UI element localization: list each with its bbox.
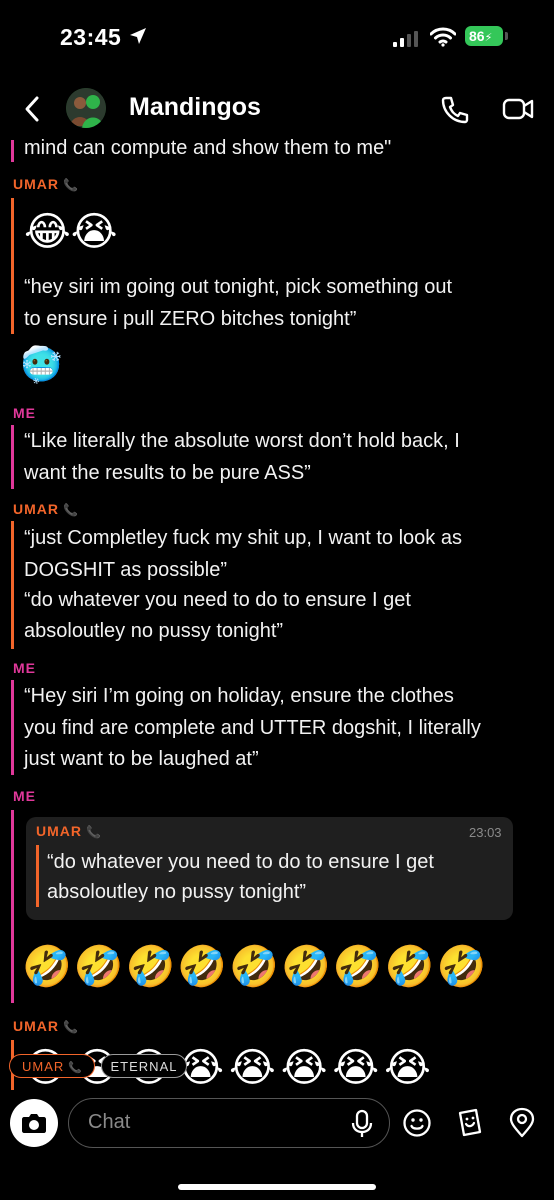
message-bar-me (11, 140, 14, 162)
group-avatar[interactable] (66, 88, 106, 128)
camera-button[interactable] (10, 1099, 58, 1147)
message-text: DOGSHIT as possible” (24, 559, 228, 581)
eternal-pill: ETERNAL (101, 1054, 187, 1078)
message-text: absoloutley no pussy tonight” (24, 620, 284, 642)
message-text: just want to be laughed at” (24, 748, 259, 770)
message-bar-umar (11, 198, 14, 334)
message-text: “just Completley fuck my shit up, I want… (24, 527, 462, 549)
sender-label-umar: UMAR 📞 (13, 501, 79, 517)
message-bar-me (11, 425, 14, 489)
message-emoji: 😭😭😭😭😭😭😭😭 (22, 1046, 436, 1090)
charging-bolt-icon: ⚡ (484, 32, 493, 44)
message-text: want the results to be pure ASS” (24, 462, 311, 484)
battery-level: 86 (469, 28, 485, 44)
sender-name: UMAR (13, 501, 59, 517)
reaction-emoji: 🥶 (20, 346, 63, 384)
chat-title[interactable]: Mandingos (129, 93, 261, 122)
message-bar-umar (11, 521, 14, 649)
battery-nub (505, 32, 508, 40)
message-text: you find are complete and UTTER dogshit,… (24, 717, 481, 739)
message-bar-me (11, 810, 14, 1003)
quote-bar-umar (36, 845, 39, 907)
home-indicator[interactable] (178, 1184, 376, 1190)
phone-call-icon[interactable] (440, 95, 470, 125)
message-text: to ensure i pull ZERO bitches tonight” (24, 308, 357, 330)
sender-name: UMAR (13, 1018, 59, 1034)
message-text: “Like literally the absolute worst don’t… (24, 430, 460, 452)
signal-icon (393, 31, 418, 47)
emoji-icon[interactable] (402, 1108, 432, 1138)
message-emoji-clip: 😭😭😭😭😭😭😭😭 (22, 1046, 542, 1090)
battery-indicator: 86⚡ (465, 26, 503, 46)
pill-label: UMAR (22, 1059, 65, 1074)
typing-pill-umar: UMAR 📞 (9, 1054, 95, 1078)
message-emoji: 🤣🤣🤣🤣🤣🤣🤣🤣🤣 (22, 945, 489, 989)
sticker-icon[interactable] (455, 1107, 485, 1139)
pill-label: ETERNAL (110, 1059, 178, 1074)
message-emoji: 😂😭 (24, 210, 118, 254)
back-chevron-icon[interactable] (22, 95, 42, 123)
quote-sender-label: UMAR 📞 (36, 823, 102, 839)
status-time: 23:45 (60, 24, 122, 50)
avatar-figures-icon (66, 88, 106, 128)
video-call-icon[interactable] (502, 97, 534, 121)
sender-label-me: ME (13, 405, 36, 421)
sender-label-umar: UMAR 📞 (13, 1018, 79, 1034)
phone-icon: 📞 (59, 503, 80, 517)
quote-text: “do whatever you need to do to ensure I … (47, 851, 434, 873)
wifi-icon (430, 27, 456, 47)
sender-label-me: ME (13, 788, 36, 804)
microphone-icon[interactable] (350, 1109, 374, 1139)
message-text: “hey siri im going out tonight, pick som… (24, 276, 452, 298)
quote-timestamp: 23:03 (469, 825, 502, 840)
quote-text: absoloutley no pussy tonight” (47, 881, 307, 903)
sender-label-umar: UMAR 📞 (13, 176, 79, 192)
phone-icon: 📞 (59, 178, 80, 192)
message-text: “do whatever you need to do to ensure I … (24, 589, 411, 611)
phone-icon: 📞 (64, 1062, 84, 1074)
phone-icon: 📞 (59, 1020, 80, 1034)
sender-name: UMAR (13, 176, 59, 192)
message-bar-me (11, 680, 14, 775)
sender-label-me: ME (13, 660, 36, 676)
location-pin-icon[interactable] (508, 1107, 536, 1139)
message-text: “Hey siri I’m going on holiday, ensure t… (24, 685, 454, 707)
phone-icon: 📞 (82, 825, 103, 839)
location-arrow-icon (130, 28, 146, 44)
status-bar: 23:45 86⚡ (0, 0, 554, 75)
sender-name: UMAR (36, 823, 82, 839)
message-text: mind can compute and show them to me" (24, 137, 392, 159)
chat-input-placeholder: Chat (88, 1111, 131, 1133)
camera-icon (22, 1114, 46, 1133)
